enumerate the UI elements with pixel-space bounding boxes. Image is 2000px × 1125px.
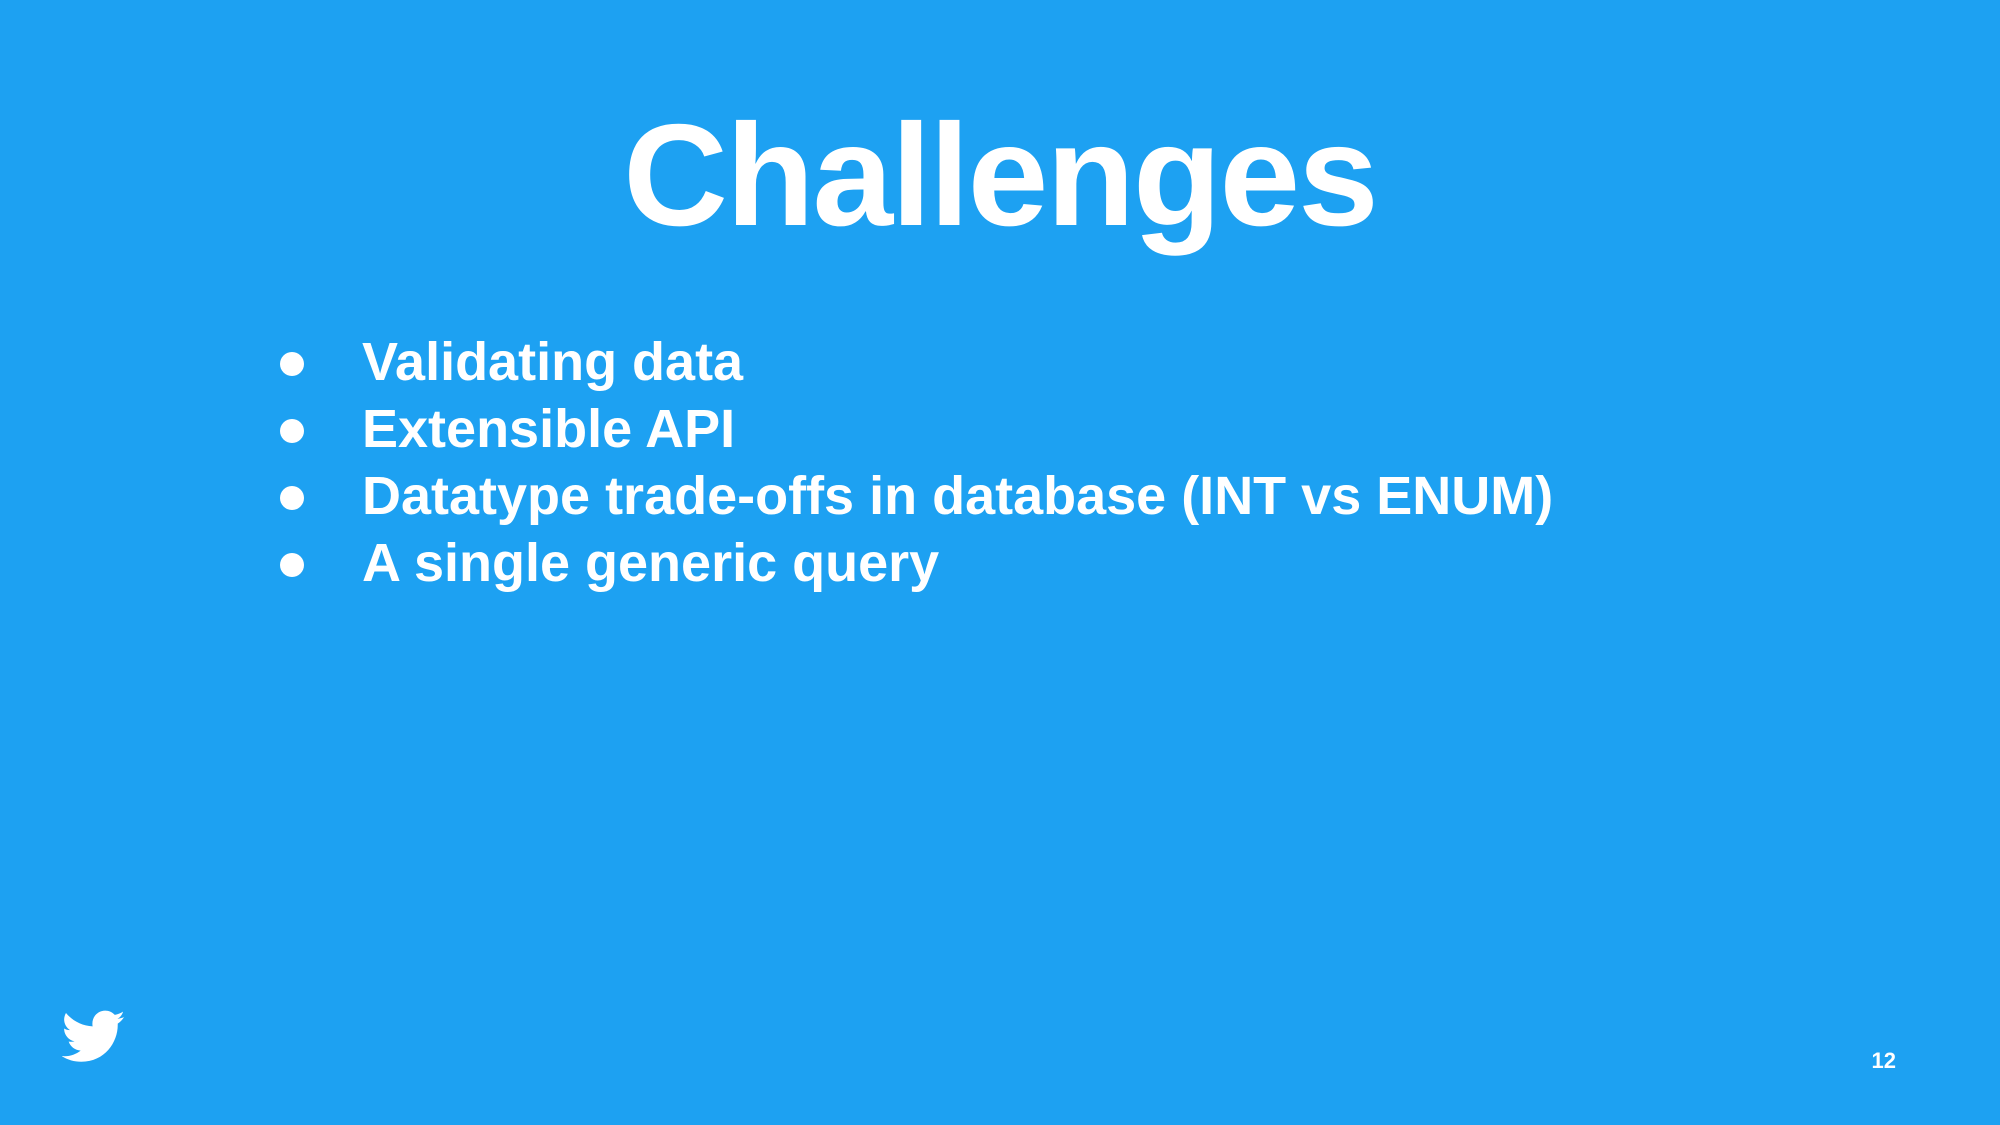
- bullet-icon: [280, 552, 304, 577]
- slide: Challenges Validating data Extensible AP…: [0, 0, 2000, 1125]
- bullet-item: Extensible API: [280, 395, 1553, 462]
- bullet-icon: [280, 418, 304, 443]
- bullet-list: Validating data Extensible API Datatype …: [280, 328, 1553, 596]
- slide-title: Challenges: [623, 94, 1379, 256]
- bullet-text: Validating data: [362, 331, 744, 392]
- bullet-text: Extensible API: [362, 398, 736, 459]
- twitter-bird-icon: [62, 1010, 125, 1062]
- bullet-icon: [280, 351, 304, 376]
- bullet-item: Datatype trade-offs in database (INT vs …: [280, 462, 1553, 529]
- bullet-item: Validating data: [280, 328, 1553, 395]
- bullet-icon: [280, 485, 304, 510]
- bullet-item: A single generic query: [280, 529, 1553, 596]
- bullet-text: Datatype trade-offs in database (INT vs …: [362, 465, 1554, 526]
- bullet-text: A single generic query: [362, 532, 940, 593]
- page-number: 12: [1871, 1048, 1896, 1073]
